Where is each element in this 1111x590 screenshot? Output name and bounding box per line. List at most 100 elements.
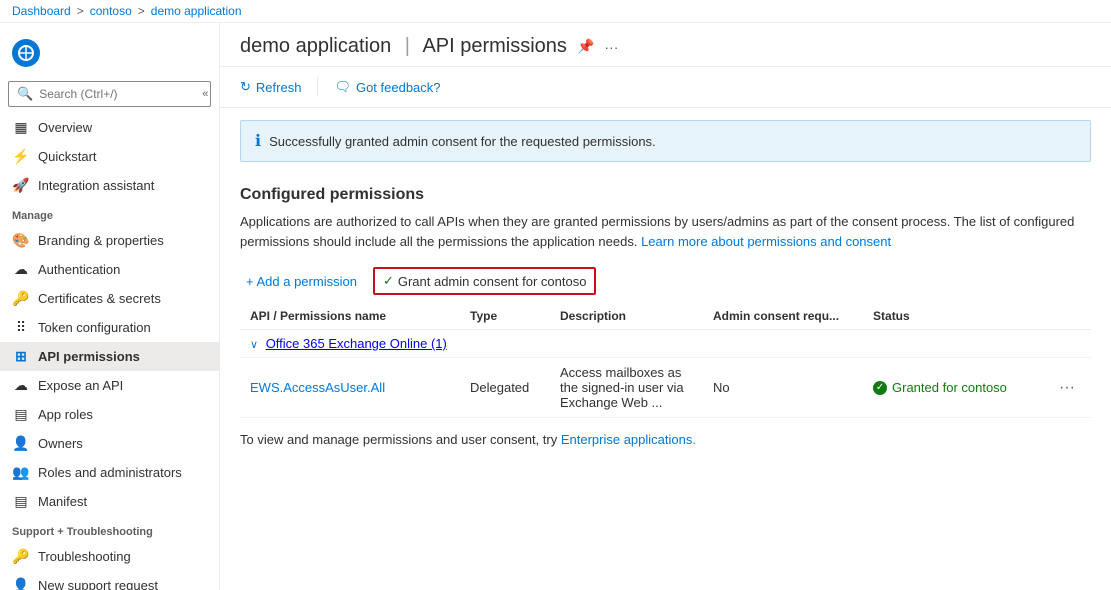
sidebar-header [0,31,219,75]
search-input[interactable] [39,87,194,101]
quickstart-icon: ⚡ [12,148,30,165]
column-header-type: Type [460,301,550,330]
sidebar-item-troubleshooting[interactable]: 🔑 Troubleshooting [0,542,219,571]
support-section-label: Support + Troubleshooting [0,516,219,542]
expand-icon: ∨ [250,339,258,351]
sidebar-item-label: Overview [38,120,92,135]
sidebar-item-quickstart[interactable]: ⚡ Quickstart [0,142,219,171]
refresh-icon: ↻ [240,79,251,95]
sidebar-item-roles-admins[interactable]: 👥 Roles and administrators [0,458,219,487]
sidebar-item-label: Quickstart [38,149,97,164]
integration-icon: 🚀 [12,177,30,194]
expose-api-icon: ☁ [12,377,30,394]
status-granted: ✓ Granted for contoso [873,380,1033,395]
row-more-button[interactable]: ··· [1053,377,1081,399]
status-check-icon: ✓ [873,381,887,395]
permission-name-cell: EWS.AccessAsUser.All [240,358,460,418]
permission-desc-cell: Access mailboxes as the signed-in user v… [550,358,703,418]
footer-note: To view and manage permissions and user … [220,418,1111,461]
sidebar-item-label: Manifest [38,494,87,509]
sidebar-item-label: Certificates & secrets [38,291,161,306]
sidebar-item-expose-api[interactable]: ☁ Expose an API [0,371,219,400]
permissions-table: API / Permissions name Type Description … [240,301,1091,418]
page-title: demo application | API permissions [240,35,567,58]
token-icon: ⠿ [12,319,30,336]
feedback-button[interactable]: 🗨 Got feedback? [334,75,440,99]
group-link[interactable]: Office 365 Exchange Online (1) [266,336,447,351]
success-banner: ℹ Successfully granted admin consent for… [240,120,1091,162]
collapse-button[interactable]: « [200,88,210,100]
sidebar-item-branding[interactable]: 🎨 Branding & properties [0,226,219,255]
column-header-admin: Admin consent requ... [703,301,863,330]
sidebar-item-label: Integration assistant [38,178,154,193]
permission-link[interactable]: EWS.AccessAsUser.All [250,380,385,395]
table-group-row[interactable]: ∨ Office 365 Exchange Online (1) [240,330,1091,358]
learn-more-link[interactable]: Learn more about permissions and consent [641,234,891,249]
content-toolbar: ↻ Refresh 🗨 Got feedback? [220,67,1111,108]
column-header-description: Description [550,301,703,330]
enterprise-apps-link[interactable]: Enterprise applications. [561,432,696,447]
sidebar-item-label: Troubleshooting [38,549,131,564]
add-permission-button[interactable]: + Add a permission [240,270,363,293]
breadcrumb-dashboard[interactable]: Dashboard [12,4,71,18]
sidebar-item-label: App roles [38,407,93,422]
permissions-toolbar: + Add a permission ✓ Grant admin consent… [220,261,1111,301]
breadcrumb: Dashboard > contoso > demo application [0,0,1111,23]
sidebar-item-owners[interactable]: 👤 Owners [0,429,219,458]
nav-main: ▦ Overview ⚡ Quickstart 🚀 Integration as… [0,113,219,200]
column-header-actions [1043,301,1091,330]
sidebar-item-certificates[interactable]: 🔑 Certificates & secrets [0,284,219,313]
sidebar-item-app-roles[interactable]: ▤ App roles [0,400,219,429]
troubleshooting-icon: 🔑 [12,548,30,565]
owners-icon: 👤 [12,435,30,452]
main-content: demo application | API permissions 📌 ···… [220,23,1111,590]
manifest-icon: ▤ [12,493,30,510]
more-options-icon[interactable]: ··· [604,39,618,55]
refresh-button[interactable]: ↻ Refresh [240,75,301,99]
support-icon: 👤 [12,577,30,590]
toolbar-divider [317,77,318,97]
nav-support: 🔑 Troubleshooting 👤 New support request [0,542,219,590]
sidebar-item-label: Authentication [38,262,120,277]
check-icon: ✓ [383,273,394,289]
search-box[interactable]: 🔍 « [8,81,211,107]
manage-section-label: Manage [0,200,219,226]
breadcrumb-app[interactable]: demo application [151,4,242,18]
app-roles-icon: ▤ [12,406,30,423]
sidebar-item-new-support[interactable]: 👤 New support request [0,571,219,590]
roles-icon: 👥 [12,464,30,481]
sidebar-item-label: API permissions [38,349,140,364]
nav-manage: 🎨 Branding & properties ☁ Authentication… [0,226,219,516]
sidebar: 🔍 « ▦ Overview ⚡ Quickstart 🚀 Integratio… [0,23,220,590]
sidebar-item-label: Owners [38,436,83,451]
grant-consent-button[interactable]: ✓ Grant admin consent for contoso [373,267,597,295]
certificates-icon: 🔑 [12,290,30,307]
authentication-icon: ☁ [12,261,30,278]
breadcrumb-contoso[interactable]: contoso [90,4,132,18]
sidebar-item-token[interactable]: ⠿ Token configuration [0,313,219,342]
feedback-icon: 🗨 [334,79,351,95]
sidebar-item-overview[interactable]: ▦ Overview [0,113,219,142]
sidebar-item-label: Branding & properties [38,233,164,248]
column-header-name: API / Permissions name [240,301,460,330]
api-permissions-icon: ⊞ [12,348,30,365]
sidebar-item-manifest[interactable]: ▤ Manifest [0,487,219,516]
section-title: Configured permissions [220,174,1111,208]
sidebar-item-integration[interactable]: 🚀 Integration assistant [0,171,219,200]
permission-admin-cell: No [703,358,863,418]
sidebar-item-label: Expose an API [38,378,123,393]
search-icon: 🔍 [17,86,33,102]
table-row: EWS.AccessAsUser.All Delegated Access ma… [240,358,1091,418]
overview-icon: ▦ [12,119,30,136]
app-logo [12,39,40,67]
sidebar-item-label: Roles and administrators [38,465,182,480]
branding-icon: 🎨 [12,232,30,249]
column-header-status: Status [863,301,1043,330]
pin-icon[interactable]: 📌 [577,38,594,55]
sidebar-item-authentication[interactable]: ☁ Authentication [0,255,219,284]
info-icon: ℹ [255,131,261,151]
permission-actions-cell: ··· [1043,358,1091,418]
permission-type-cell: Delegated [460,358,550,418]
sidebar-item-api-permissions[interactable]: ⊞ API permissions [0,342,219,371]
content-header: demo application | API permissions 📌 ··· [220,23,1111,67]
